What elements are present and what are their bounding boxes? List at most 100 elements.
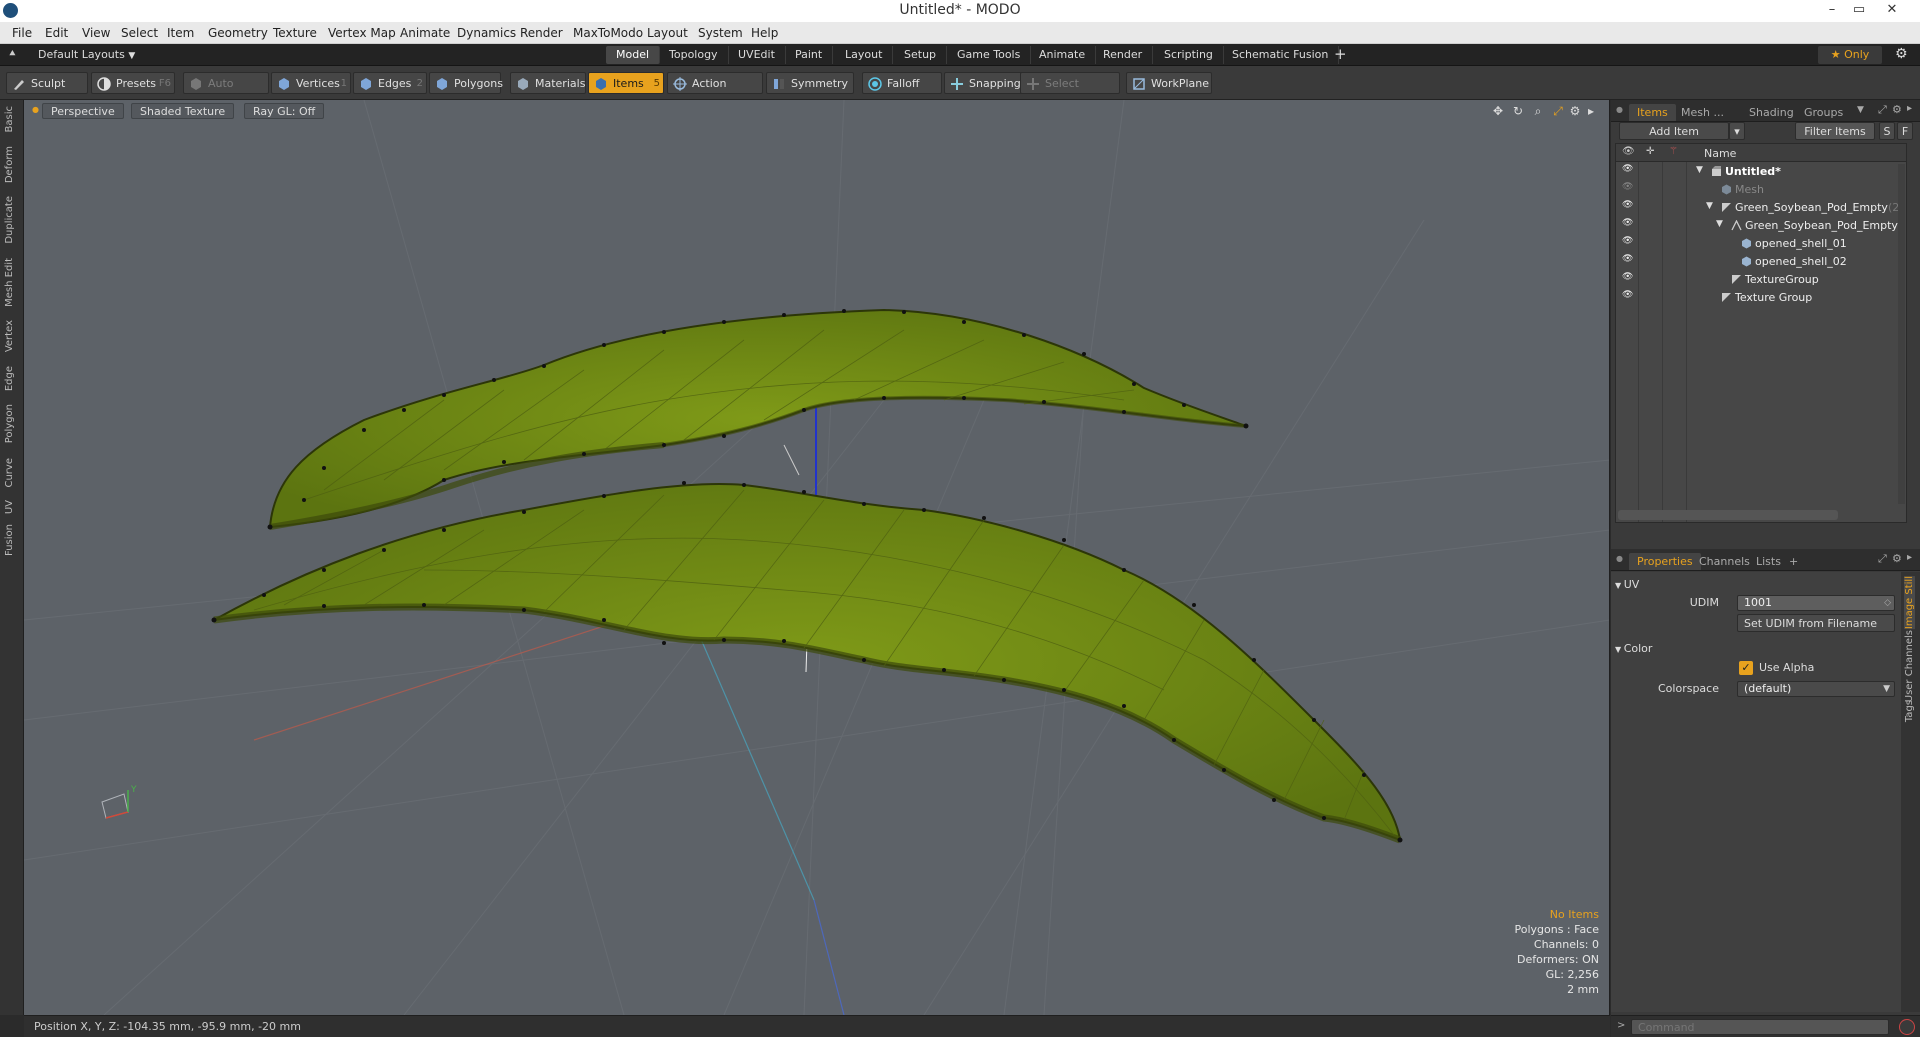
eye-icon[interactable]: 👁 <box>1622 290 1634 300</box>
tab-uvedit[interactable]: UVEdit <box>728 46 786 64</box>
menu-item[interactable]: Item <box>167 26 194 40</box>
eye-icon[interactable]: 👁 <box>1622 164 1634 174</box>
maximize-button[interactable]: ▭ <box>1847 1 1871 19</box>
menu-geometry[interactable]: Geometry <box>208 26 268 40</box>
tab-items[interactable]: Items <box>1629 104 1676 121</box>
tree-row-shell-01[interactable]: 👁 opened_shell_01 <box>1616 235 1906 253</box>
shading-button[interactable]: Shaded Texture <box>131 103 235 119</box>
tab-setup[interactable]: Setup <box>894 46 948 64</box>
soybean-shell-lower[interactable] <box>213 483 1402 844</box>
panel-settings-icon[interactable]: ⚙ <box>1892 552 1902 565</box>
layout-selector[interactable]: Default Layouts ▼ <box>38 48 135 61</box>
stepper-icon[interactable]: ◇ <box>1884 596 1891 610</box>
menu-render[interactable]: Render <box>520 26 563 40</box>
tab-game-tools[interactable]: Game Tools <box>947 46 1032 64</box>
tree-row-pod-locator[interactable]: 👁 ▼ Green_Soybean_Pod_Empty <box>1616 217 1906 235</box>
menu-dynamics[interactable]: Dynamics <box>457 26 516 40</box>
action-center-button[interactable]: Action Center <box>667 72 763 112</box>
auto-select-button[interactable]: Auto Select <box>183 72 269 112</box>
viewport-scene[interactable]: Y <box>24 100 1610 1015</box>
vertices-button[interactable]: Vertices 1 <box>271 72 351 94</box>
add-tab-button[interactable]: + <box>1334 45 1347 63</box>
panel-menu-icon[interactable]: ● <box>1616 105 1623 114</box>
minimize-button[interactable]: – <box>1820 1 1844 19</box>
command-input[interactable] <box>1631 1019 1889 1035</box>
eye-icon[interactable]: 👁 <box>1622 236 1634 246</box>
filter-s-button[interactable]: S <box>1879 122 1895 140</box>
menu-texture[interactable]: Texture <box>273 26 317 40</box>
filter-f-button[interactable]: F <box>1897 122 1913 140</box>
vtab-duplicate[interactable]: Duplicate <box>4 196 15 244</box>
collapse-icon[interactable]: ⯅ <box>8 47 17 61</box>
eye-icon[interactable]: 👁 <box>1622 254 1634 264</box>
gear-icon[interactable]: ⚙ <box>1895 46 1908 62</box>
add-item-button[interactable]: Add Item <box>1619 122 1729 140</box>
falloff-button[interactable]: Falloff <box>862 72 942 94</box>
panel-menu-icon[interactable]: ● <box>1616 554 1623 563</box>
tab-schematic-fusion[interactable]: Schematic Fusion <box>1222 46 1340 64</box>
pan-icon[interactable]: ✥ <box>1491 104 1505 118</box>
vtab-user-channels[interactable]: User Channels <box>1904 630 1915 702</box>
item-tree[interactable]: 👁 ✛ ⚚ Name 👁 ▼ Untitled* 👁 Mesh 👁 ▼ Gree… <box>1615 143 1907 523</box>
polygons-button[interactable]: Polygons <box>429 72 503 94</box>
tab-properties[interactable]: Properties <box>1629 553 1701 570</box>
close-button[interactable]: ✕ <box>1880 1 1904 19</box>
vtab-deform[interactable]: Deform <box>4 146 15 183</box>
vtab-polygon[interactable]: Polygon <box>4 404 15 443</box>
panel-expand-icon[interactable]: ▸ <box>1907 103 1912 114</box>
tree-vertical-scrollbar[interactable] <box>1898 164 1905 504</box>
snapping-button[interactable]: Snapping <box>944 72 1028 94</box>
presets-button[interactable]: Presets F6 <box>91 72 175 94</box>
only-toggle[interactable]: ★ Only <box>1818 46 1882 64</box>
tree-row-scene[interactable]: 👁 ▼ Untitled* <box>1616 163 1906 181</box>
viewport-settings-icon[interactable]: ⚙ <box>1568 104 1582 118</box>
chevron-down-icon[interactable]: ▼ <box>1857 105 1864 115</box>
menu-vertex-map[interactable]: Vertex Map <box>328 26 396 40</box>
edges-button[interactable]: Edges 2 <box>353 72 427 94</box>
tree-row-texturegroup[interactable]: 👁 TextureGroup <box>1616 271 1906 289</box>
vtab-uv[interactable]: UV <box>4 500 15 514</box>
color-section-header[interactable]: ▼ Color <box>1615 642 1652 655</box>
menu-select[interactable]: Select <box>121 26 158 40</box>
add-panel-tab-button[interactable]: + <box>1781 553 1806 570</box>
menu-animate[interactable]: Animate <box>400 26 450 40</box>
tab-groups[interactable]: Groups <box>1796 104 1851 121</box>
menu-view[interactable]: View <box>82 26 110 40</box>
vtab-fusion[interactable]: Fusion <box>4 524 15 556</box>
tab-mesh[interactable]: Mesh ... <box>1673 104 1732 121</box>
eye-icon[interactable]: 👁 <box>1622 272 1634 282</box>
rotate-icon[interactable]: ↻ <box>1511 104 1525 118</box>
vtab-image-still[interactable]: Image Still <box>1904 576 1915 630</box>
view-mode-button[interactable]: Perspective <box>42 103 124 119</box>
filter-items-input[interactable]: Filter Items <box>1795 122 1875 140</box>
expand-arrow-icon[interactable]: ▼ <box>1696 165 1703 175</box>
tab-model[interactable]: Model <box>606 46 661 64</box>
tab-topology[interactable]: Topology <box>659 46 729 64</box>
menu-help[interactable]: Help <box>751 26 778 40</box>
pop-out-icon[interactable]: ⤢ <box>1878 552 1887 566</box>
tab-paint[interactable]: Paint <box>785 46 834 64</box>
vtab-tags[interactable]: Tags <box>1904 700 1915 722</box>
colorspace-select[interactable]: (default) ▼ <box>1737 681 1895 697</box>
menu-edit[interactable]: Edit <box>45 26 68 40</box>
udim-field[interactable]: 1001 ◇ <box>1737 595 1895 611</box>
tab-layout[interactable]: Layout <box>835 46 894 64</box>
items-button[interactable]: Items 5 <box>588 72 664 94</box>
expand-arrow-icon[interactable]: ▼ <box>1716 219 1723 229</box>
vtab-basic[interactable]: Basic <box>4 106 15 132</box>
workplane-button[interactable]: WorkPlane <box>1126 72 1212 94</box>
menu-maxtomodo[interactable]: MaxToModo <box>573 26 643 40</box>
symmetry-button[interactable]: Symmetry <box>766 72 854 94</box>
uv-section-header[interactable]: ▼ UV <box>1615 578 1639 591</box>
select-through-button[interactable]: Select Through <box>1020 72 1120 112</box>
tab-animate[interactable]: Animate <box>1029 46 1097 64</box>
eye-icon[interactable]: 👁 <box>1622 218 1634 228</box>
pop-out-icon[interactable]: ⤢ <box>1878 103 1887 117</box>
set-udim-button[interactable]: Set UDIM from Filename <box>1737 614 1895 632</box>
materials-button[interactable]: Materials <box>510 72 586 94</box>
menu-file[interactable]: File <box>12 26 32 40</box>
vtab-mesh-edit[interactable]: Mesh Edit <box>4 258 15 307</box>
tree-row-texture-group[interactable]: 👁 Texture Group <box>1616 289 1906 307</box>
tree-row-shell-02[interactable]: 👁 opened_shell_02 <box>1616 253 1906 271</box>
tree-row-pod-group[interactable]: 👁 ▼ Green_Soybean_Pod_Empty (2) <box>1616 199 1906 217</box>
